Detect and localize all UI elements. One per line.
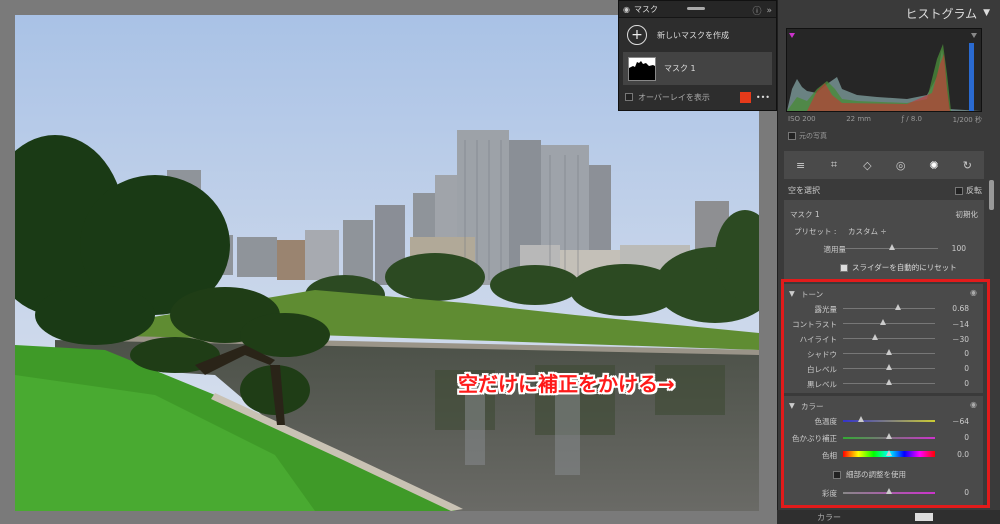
red-eye-icon[interactable]: ◎ bbox=[893, 159, 909, 172]
heal-icon[interactable]: ◇ bbox=[859, 159, 875, 172]
crop-icon[interactable]: ⌗ bbox=[826, 158, 842, 172]
invert-label: 反転 bbox=[966, 186, 982, 195]
auto-reset-checkbox[interactable] bbox=[840, 263, 848, 272]
mask-section-title: マスク 1 bbox=[790, 210, 820, 219]
color-swatch-icon[interactable] bbox=[915, 513, 933, 521]
preset-label: プリセット : bbox=[794, 227, 837, 236]
exif-aperture: ƒ / 8.0 bbox=[901, 115, 922, 123]
preset-dropdown[interactable]: カスタム ÷ bbox=[848, 226, 887, 237]
invert-checkbox[interactable] bbox=[955, 186, 963, 195]
original-photo-checkbox[interactable] bbox=[788, 132, 796, 140]
tool-strip: ≡ ⌗ ◇ ◎ ✺ ↻ bbox=[784, 151, 984, 179]
bottom-color-row: カラー bbox=[777, 510, 1000, 524]
presets-icon[interactable]: ↻ bbox=[959, 159, 975, 172]
bottom-color-label: カラー bbox=[817, 513, 841, 522]
auto-reset-toggle[interactable]: スライダーを自動的にリセット bbox=[840, 262, 957, 273]
chevron-down-icon[interactable]: ▼ bbox=[983, 8, 990, 18]
amount-thumb[interactable] bbox=[889, 244, 895, 250]
amount-label: 適用量 bbox=[823, 245, 847, 254]
exif-iso: ISO 200 bbox=[788, 115, 816, 123]
histogram-title: ヒストグラム bbox=[905, 6, 978, 21]
eye-icon[interactable]: ◉ bbox=[623, 5, 630, 14]
annotation-text: 空だけに補正をかける→ bbox=[458, 372, 675, 396]
mask-list-item[interactable]: マスク 1 bbox=[623, 52, 772, 85]
exif-shutter: 1/200 秒 bbox=[952, 116, 982, 124]
more-icon[interactable]: ••• bbox=[756, 93, 770, 102]
mask-edit-section: マスク 1 初期化 プリセット : カスタム ÷ 適用量 100 スライダーを自… bbox=[784, 200, 984, 280]
amount-slider[interactable]: 適用量 100 bbox=[784, 242, 986, 256]
mask-panel: ◉ マスク ⓘ » + 新しいマスクを作成 マスク 1 オーバーレイを表示 ••… bbox=[618, 0, 777, 111]
reset-button[interactable]: 初期化 bbox=[956, 209, 979, 220]
amount-value: 100 bbox=[951, 244, 966, 253]
edit-sliders-icon[interactable]: ≡ bbox=[793, 159, 809, 172]
overlay-label: オーバーレイを表示 bbox=[638, 92, 710, 102]
help-icon[interactable]: ⓘ bbox=[752, 4, 761, 17]
overlay-checkbox[interactable] bbox=[625, 93, 633, 101]
original-photo-label: 元の写真 bbox=[799, 132, 827, 140]
plus-icon: + bbox=[627, 25, 647, 45]
mask-thumbnail bbox=[628, 56, 656, 81]
mask-name: マスク 1 bbox=[664, 64, 696, 73]
histogram bbox=[786, 28, 982, 112]
overlay-color-swatch[interactable] bbox=[739, 91, 751, 103]
create-mask-button[interactable]: + 新しいマスクを作成 bbox=[619, 18, 776, 52]
auto-reset-label: スライダーを自動的にリセット bbox=[852, 263, 957, 272]
collapse-icon[interactable]: » bbox=[766, 6, 772, 16]
panel-scrollbar[interactable] bbox=[989, 180, 994, 210]
mask-tool-icon[interactable]: ✺ bbox=[926, 159, 942, 172]
mask-panel-title: マスク bbox=[633, 4, 658, 14]
select-sky-label: 空を選択 bbox=[788, 186, 820, 195]
drag-handle[interactable] bbox=[687, 7, 705, 10]
highlight-box bbox=[781, 279, 990, 508]
original-photo-toggle[interactable]: 元の写真 bbox=[788, 131, 827, 141]
exif-focal: 22 mm bbox=[846, 115, 871, 123]
create-mask-label: 新しいマスクを作成 bbox=[657, 30, 729, 40]
